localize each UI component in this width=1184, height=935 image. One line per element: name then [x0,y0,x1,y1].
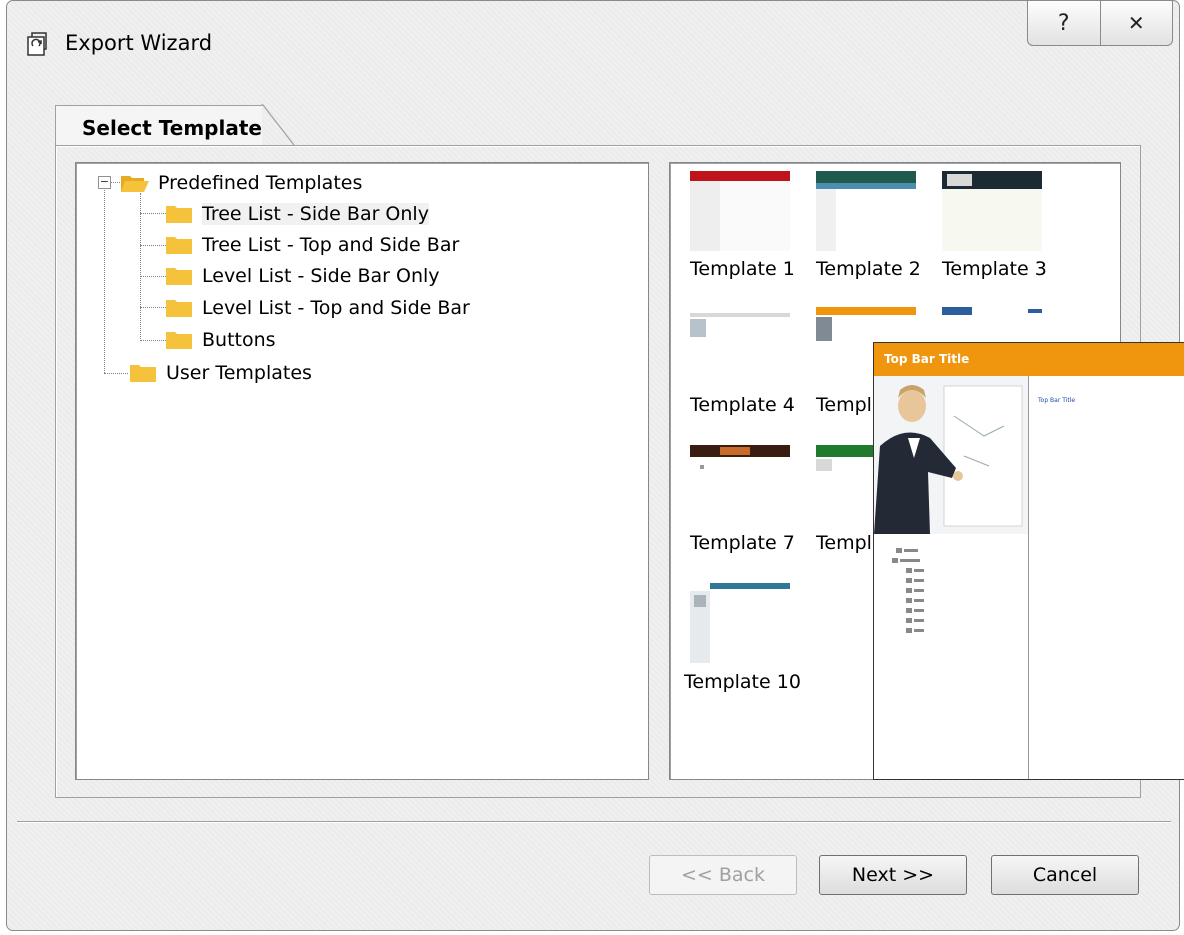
tree-line [110,182,120,183]
cancel-button[interactable]: Cancel [991,855,1139,895]
template-thumbnail-image [690,445,790,469]
tree-item-label: User Templates [166,362,312,384]
tree-item-label: Level List - Top and Side Bar [202,297,470,319]
tree-line [140,307,166,308]
template-3-thumbnail[interactable] [942,171,1042,251]
tree-line [104,373,128,374]
tab-label: Select Template [82,116,262,140]
folder-icon [166,268,192,285]
folder-icon [166,300,192,317]
tree-item-label: Level List - Side Bar Only [202,265,440,287]
template-thumbnail-image [942,171,1042,251]
template-5-label[interactable]: Templ [816,394,872,416]
template-1-label[interactable]: Template 1 [690,258,795,280]
folder-icon [166,237,192,254]
export-wizard-window: Export Wizard ? ✕ Select Template − Pred… [6,0,1184,931]
template-10-label[interactable]: Template 10 [684,671,801,693]
collapse-icon[interactable]: − [98,176,111,189]
tree-item-level-list-top-and-side-bar[interactable]: Level List - Top and Side Bar [164,294,470,322]
template-2-thumbnail[interactable] [816,171,916,251]
tree-line [140,193,141,341]
close-button[interactable]: ✕ [1099,1,1173,45]
tree-line [140,340,166,341]
tree-item-tree-list-top-and-side-bar[interactable]: Tree List - Top and Side Bar [164,231,459,259]
tree-item-tree-list-side-bar-only[interactable]: Tree List - Side Bar Only [164,200,429,228]
folder-icon [166,206,192,223]
tree-item-buttons[interactable]: Buttons [164,326,276,354]
tab-select-template[interactable]: Select Template [55,105,262,146]
tree-item-label: Tree List - Side Bar Only [202,203,429,225]
folder-icon [130,365,156,382]
template-4-thumbnail[interactable] [690,307,790,387]
folder-icon [166,332,192,349]
preview-top-bar: Top Bar Title [874,343,1184,376]
tree-line [140,213,166,214]
template-7-label[interactable]: Template 7 [690,532,795,554]
template-thumbnail-image [816,171,916,251]
preview-mini-tree [892,548,924,633]
tree-item-label: Buttons [202,329,276,351]
tree-item-label: Tree List - Top and Side Bar [202,234,460,256]
tree-line [104,183,105,373]
tab-edge [261,104,295,146]
template-thumbnail-image [690,313,790,337]
template-1-thumbnail[interactable] [690,171,790,251]
template-thumbnail-image [690,583,790,663]
title-bar-buttons: ? ✕ [1027,1,1173,46]
preview-photo [874,376,1028,534]
export-wizard-icon [27,32,47,56]
tree-item-user-templates[interactable]: User Templates [128,359,312,387]
close-icon: ✕ [1127,11,1145,35]
preview-link: Top Bar Title [1038,397,1076,404]
template-8-label[interactable]: Templ [816,532,872,554]
window-title: Export Wizard [65,31,213,55]
preview-side-bar [874,376,1029,779]
template-tree[interactable]: − Predefined Templates Tree List - Side … [75,162,649,780]
next-button[interactable]: Next >> [819,855,967,895]
tree-item-label: Predefined Templates [158,172,363,194]
template-thumbnail-image [690,171,790,251]
template-3-label[interactable]: Template 3 [942,258,1047,280]
title-bar: Export Wizard ? ✕ [7,1,1179,73]
help-button[interactable]: ? [1028,1,1100,45]
button-separator [17,821,1171,823]
template-7-thumbnail[interactable] [690,445,790,525]
help-icon: ? [1057,10,1070,36]
template-4-label[interactable]: Template 4 [690,394,795,416]
tree-item-level-list-side-bar-only[interactable]: Level List - Side Bar Only [164,262,440,290]
template-preview-popup: Top Bar Title Top Bar Title [873,342,1184,780]
template-2-label[interactable]: Template 2 [816,258,921,280]
template-10-thumbnail[interactable] [690,583,790,663]
tree-item-predefined-templates[interactable]: Predefined Templates [120,169,362,197]
open-folder-icon [121,176,149,192]
tree-line [140,276,166,277]
tree-line [140,245,166,246]
back-button[interactable]: << Back [649,855,797,895]
